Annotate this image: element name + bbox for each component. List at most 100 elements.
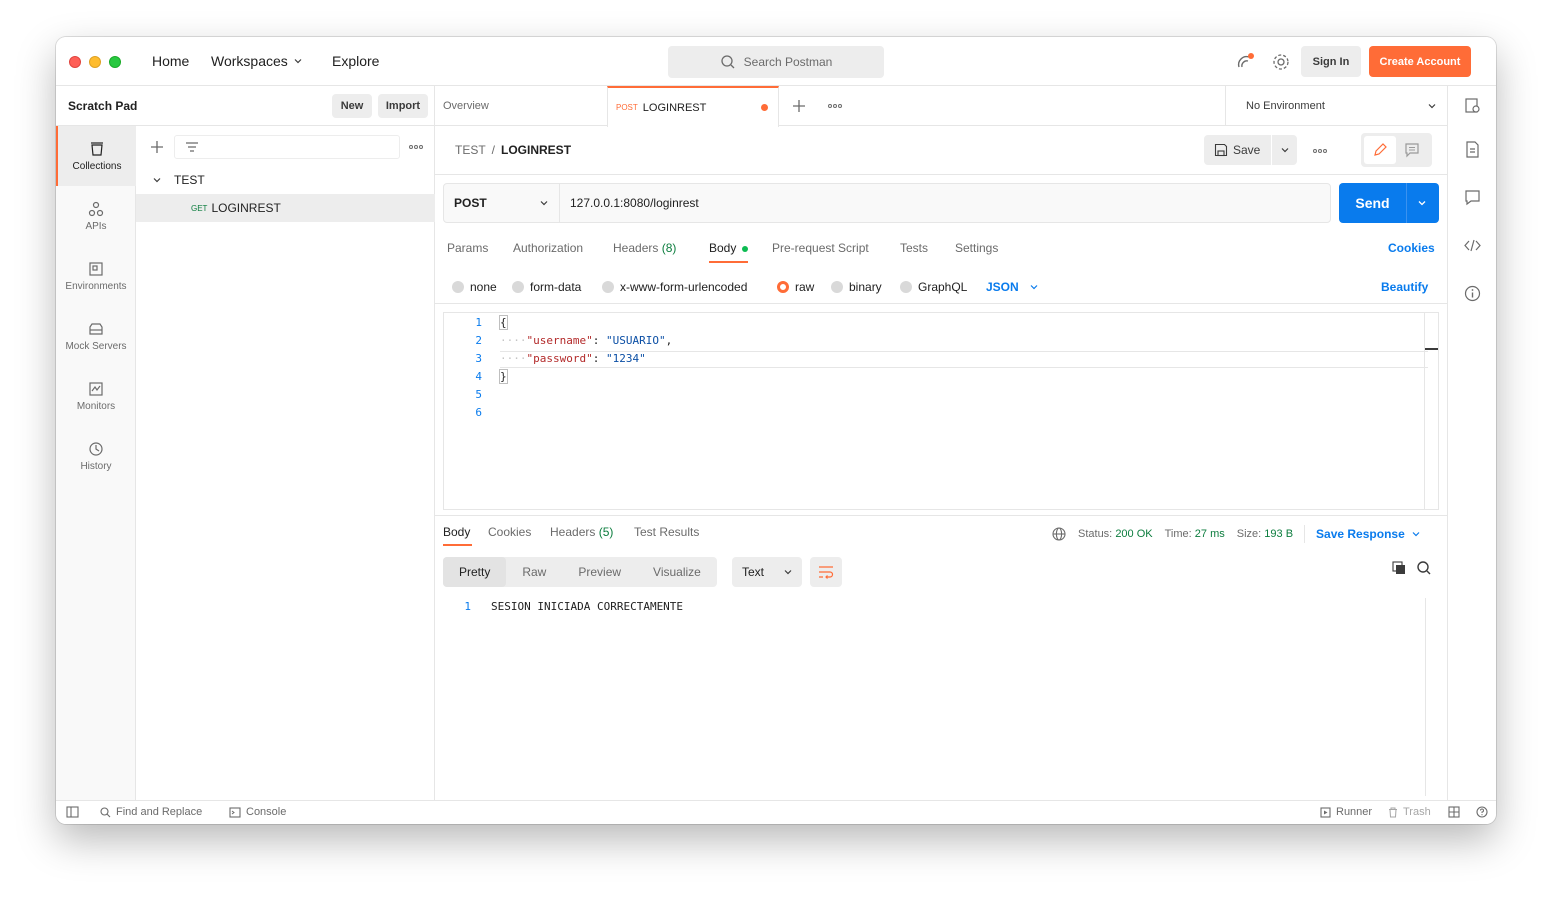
unsaved-indicator[interactable] — [761, 104, 768, 111]
import-button[interactable]: Import — [378, 94, 428, 118]
code-line: ····"username": "USUARIO", — [500, 334, 673, 347]
breadcrumb-collection[interactable]: TEST — [455, 143, 486, 157]
sidebar-item-monitors[interactable]: Monitors — [56, 366, 136, 426]
info-icon[interactable] — [1464, 285, 1481, 302]
globe-icon[interactable] — [1052, 527, 1066, 541]
response-format-select[interactable]: Text — [732, 557, 802, 587]
beautify-button[interactable]: Beautify — [1381, 280, 1428, 294]
sidebar-item-history[interactable]: History — [56, 426, 136, 486]
response-tab-cookies[interactable]: Cookies — [488, 525, 531, 539]
new-button[interactable]: New — [332, 94, 372, 118]
nav-home[interactable]: Home — [152, 53, 189, 69]
edit-mode-button[interactable] — [1364, 136, 1396, 164]
trash-button[interactable]: Trash — [1388, 806, 1431, 818]
editor-scrollbar-track[interactable] — [1424, 313, 1425, 509]
minimize-window-button[interactable] — [89, 56, 101, 68]
view-raw[interactable]: Raw — [506, 557, 562, 587]
response-view-selector: Pretty Raw Preview Visualize — [443, 557, 717, 587]
tab-params[interactable]: Params — [447, 241, 488, 255]
code-icon[interactable] — [1464, 237, 1481, 254]
nav-workspaces[interactable]: Workspaces — [211, 53, 303, 69]
radio-form-data[interactable]: form-data — [512, 280, 581, 294]
more-options-icon[interactable] — [409, 144, 423, 150]
request-options-icon[interactable] — [1313, 148, 1327, 154]
radio-binary[interactable]: binary — [831, 280, 882, 294]
tab-options-icon[interactable] — [828, 103, 842, 109]
method-select[interactable]: POST — [444, 184, 560, 222]
active-tab-underline — [709, 261, 748, 263]
sync-status-icon[interactable] — [1235, 52, 1255, 72]
status-value[interactable]: 200 OK — [1115, 528, 1152, 540]
tab-loginrest[interactable]: POST LOGINREST — [607, 86, 779, 127]
tab-body[interactable]: Body — [709, 241, 748, 255]
tab-headers[interactable]: Headers (8) — [613, 241, 676, 255]
radio-graphql[interactable]: GraphQL — [900, 280, 967, 294]
save-response-button[interactable]: Save Response — [1316, 527, 1405, 541]
line-number: 3 — [475, 352, 482, 365]
body-format-select[interactable]: JSON — [986, 280, 1039, 294]
sign-in-button[interactable]: Sign In — [1301, 46, 1361, 77]
body-indicator — [741, 245, 748, 252]
sidebar-item-mock-servers[interactable]: Mock Servers — [56, 306, 136, 366]
response-tab-test-results[interactable]: Test Results — [634, 525, 699, 539]
search-input[interactable]: Search Postman — [668, 46, 884, 78]
wrap-lines-button[interactable] — [810, 557, 842, 587]
radio-none[interactable]: none — [452, 280, 497, 294]
url-input[interactable]: 127.0.0.1:8080/loginrest — [560, 196, 699, 210]
body-code-editor[interactable]: 1 2 3 4 5 6 { ····"username": "USUARIO",… — [443, 312, 1439, 510]
environment-quick-look-icon[interactable] — [1464, 97, 1481, 114]
console-button[interactable]: Console — [229, 806, 286, 818]
settings-gear-icon[interactable] — [1271, 52, 1291, 72]
sidebar-item-apis[interactable]: APIs — [56, 186, 136, 246]
send-options-chevron-icon[interactable] — [1417, 198, 1427, 208]
filter-input[interactable] — [174, 135, 400, 159]
tab-pre-request-script[interactable]: Pre-request Script — [772, 241, 869, 255]
find-replace-button[interactable]: Find and Replace — [100, 806, 202, 818]
comment-mode-icon[interactable] — [1404, 142, 1420, 158]
zoom-window-button[interactable] — [109, 56, 121, 68]
comments-icon[interactable] — [1464, 189, 1481, 206]
radio-urlencoded[interactable]: x-www-form-urlencoded — [602, 280, 747, 294]
radio-raw[interactable]: raw — [777, 280, 814, 294]
save-button[interactable]: Save — [1204, 135, 1272, 165]
status-bar: Find and Replace Console Runner Trash — [56, 800, 1496, 824]
view-visualize[interactable]: Visualize — [637, 557, 717, 587]
divider — [435, 303, 1447, 304]
response-tab-headers[interactable]: Headers (5) — [550, 525, 613, 539]
tab-authorization[interactable]: Authorization — [513, 241, 583, 255]
sidebar-item-environments[interactable]: Environments — [56, 246, 136, 306]
response-scrollbar-track[interactable] — [1425, 598, 1426, 796]
nav-explore[interactable]: Explore — [332, 53, 379, 69]
create-account-button[interactable]: Create Account — [1369, 46, 1471, 77]
documentation-icon[interactable] — [1464, 141, 1481, 158]
two-pane-view-icon[interactable] — [1448, 806, 1460, 818]
time-value[interactable]: 27 ms — [1195, 528, 1225, 540]
breadcrumb-request[interactable]: LOGINREST — [501, 143, 571, 157]
size-label: Size: — [1236, 528, 1262, 540]
help-icon[interactable] — [1476, 806, 1488, 818]
response-tab-body[interactable]: Body — [443, 525, 470, 539]
tab-overview[interactable]: Overview — [443, 86, 489, 126]
search-icon[interactable] — [1416, 560, 1432, 576]
request-item[interactable]: GET LOGINREST — [136, 194, 435, 222]
add-icon[interactable] — [150, 140, 164, 154]
indent-guide: ···· — [500, 352, 527, 365]
tab-settings[interactable]: Settings — [955, 241, 998, 255]
view-preview[interactable]: Preview — [562, 557, 637, 587]
collection-item[interactable]: TEST — [136, 166, 435, 194]
copy-icon[interactable] — [1392, 561, 1406, 575]
save-options-chevron-icon[interactable] — [1280, 145, 1290, 155]
response-meta: Status: 200 OK Time: 27 ms Size: 193 B S… — [1052, 525, 1421, 543]
view-pretty[interactable]: Pretty — [443, 557, 507, 587]
tab-tests[interactable]: Tests — [900, 241, 928, 255]
close-window-button[interactable] — [69, 56, 81, 68]
send-button[interactable]: Send — [1339, 195, 1406, 211]
environment-select[interactable]: No Environment — [1225, 86, 1447, 126]
toggle-sidebar-icon[interactable] — [66, 806, 79, 818]
size-value[interactable]: 193 B — [1264, 528, 1293, 540]
radio-dot — [831, 281, 843, 293]
new-tab-icon[interactable] — [792, 99, 806, 113]
cookies-link[interactable]: Cookies — [1388, 241, 1435, 255]
runner-button[interactable]: Runner — [1320, 806, 1372, 818]
sidebar-item-collections[interactable]: Collections — [56, 126, 136, 186]
